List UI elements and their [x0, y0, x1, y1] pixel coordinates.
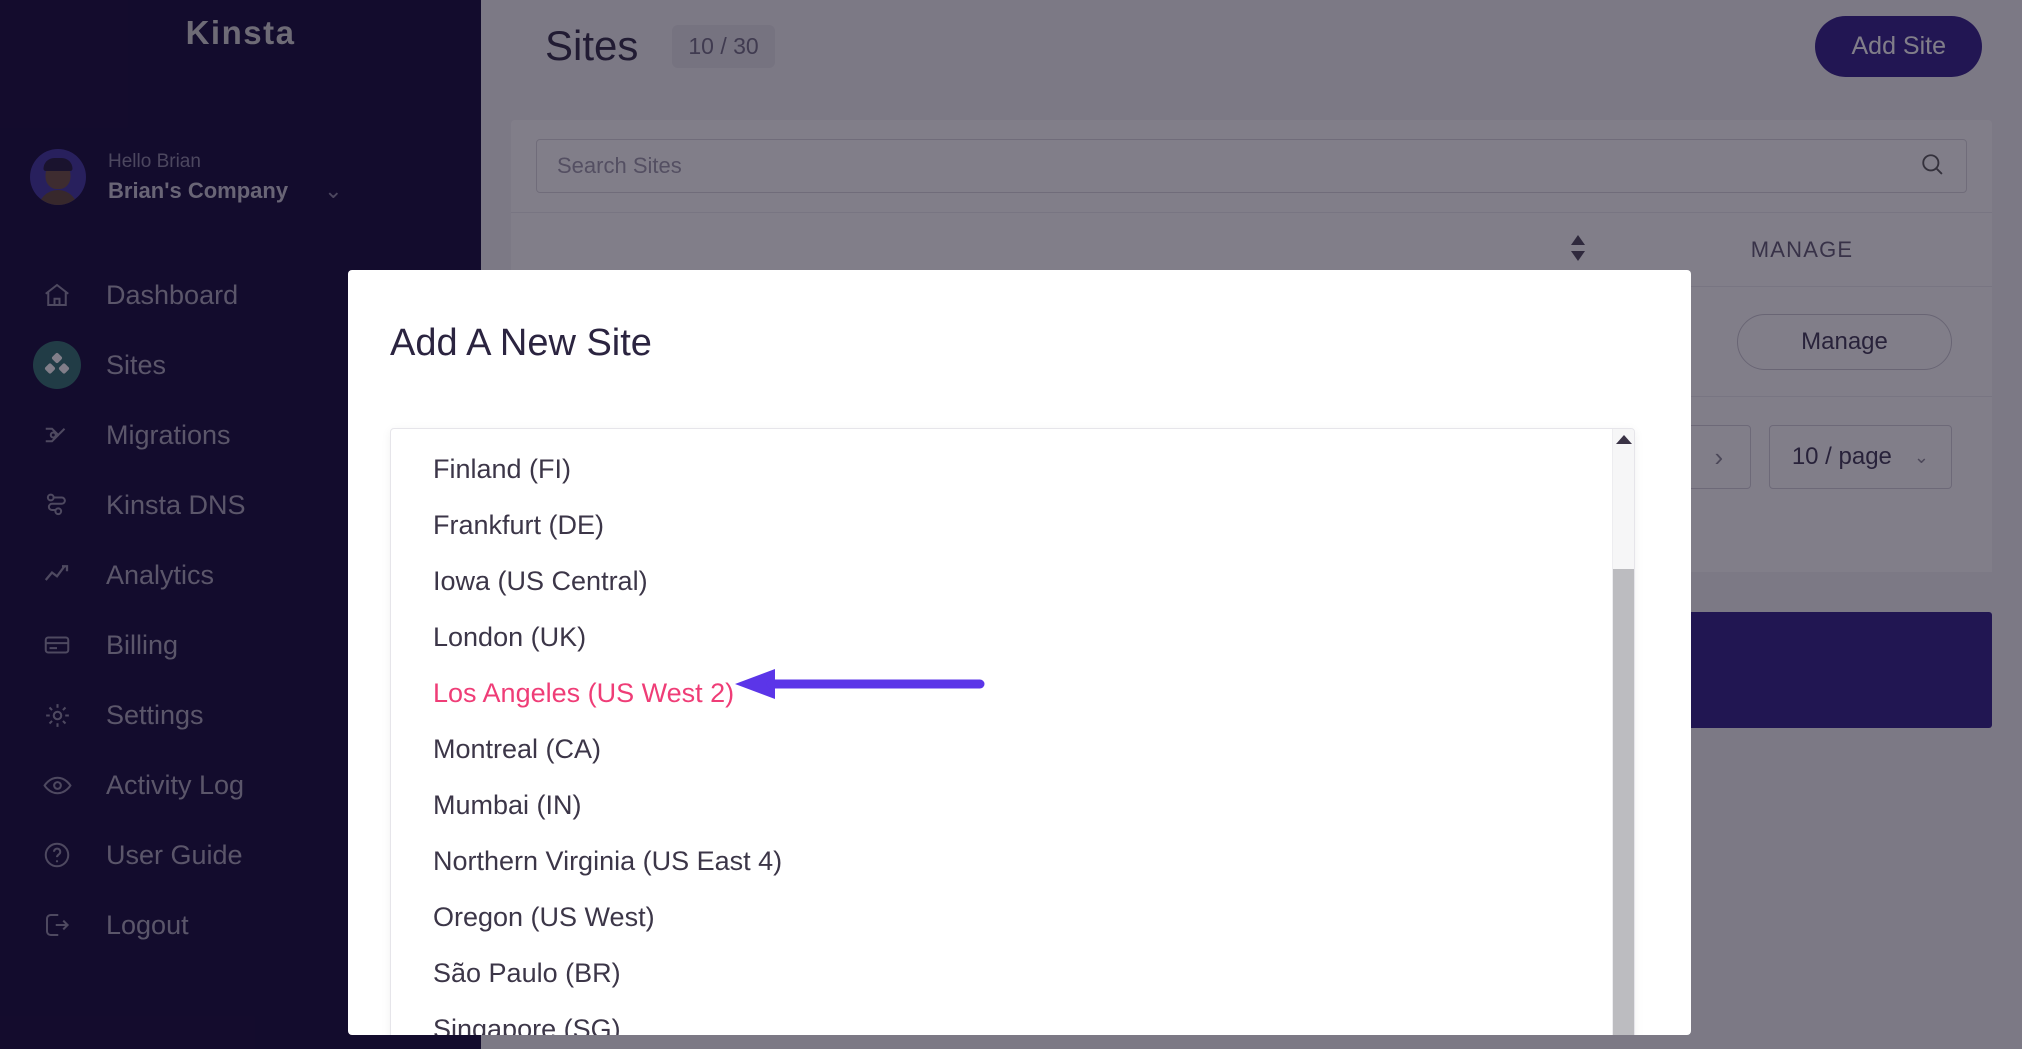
- region-option-selected[interactable]: Los Angeles (US West 2): [391, 665, 1612, 721]
- modal-title: Add A New Site: [390, 322, 652, 365]
- region-option[interactable]: Singapore (SG): [391, 1001, 1612, 1035]
- region-option[interactable]: Mumbai (IN): [391, 777, 1612, 833]
- add-new-site-modal: Add A New Site Finland (FI) Frankfurt (D…: [348, 270, 1691, 1035]
- region-option[interactable]: Frankfurt (DE): [391, 497, 1612, 553]
- scroll-up-arrow-icon[interactable]: [1616, 435, 1632, 444]
- region-option[interactable]: Finland (FI): [391, 441, 1612, 497]
- region-option[interactable]: Iowa (US Central): [391, 553, 1612, 609]
- region-option-list: Finland (FI) Frankfurt (DE) Iowa (US Cen…: [391, 429, 1612, 1035]
- region-option[interactable]: Northern Virginia (US East 4): [391, 833, 1612, 889]
- region-option[interactable]: London (UK): [391, 609, 1612, 665]
- scrollbar-thumb[interactable]: [1613, 569, 1635, 1035]
- kinsta-dashboard-screen: Kinsta Hello Brian Brian's Company ⌄: [0, 0, 2022, 1049]
- region-option[interactable]: Oregon (US West): [391, 889, 1612, 945]
- dropdown-scrollbar[interactable]: [1612, 429, 1634, 1035]
- region-option[interactable]: Montreal (CA): [391, 721, 1612, 777]
- region-dropdown: Finland (FI) Frankfurt (DE) Iowa (US Cen…: [390, 428, 1635, 1035]
- region-option[interactable]: São Paulo (BR): [391, 945, 1612, 1001]
